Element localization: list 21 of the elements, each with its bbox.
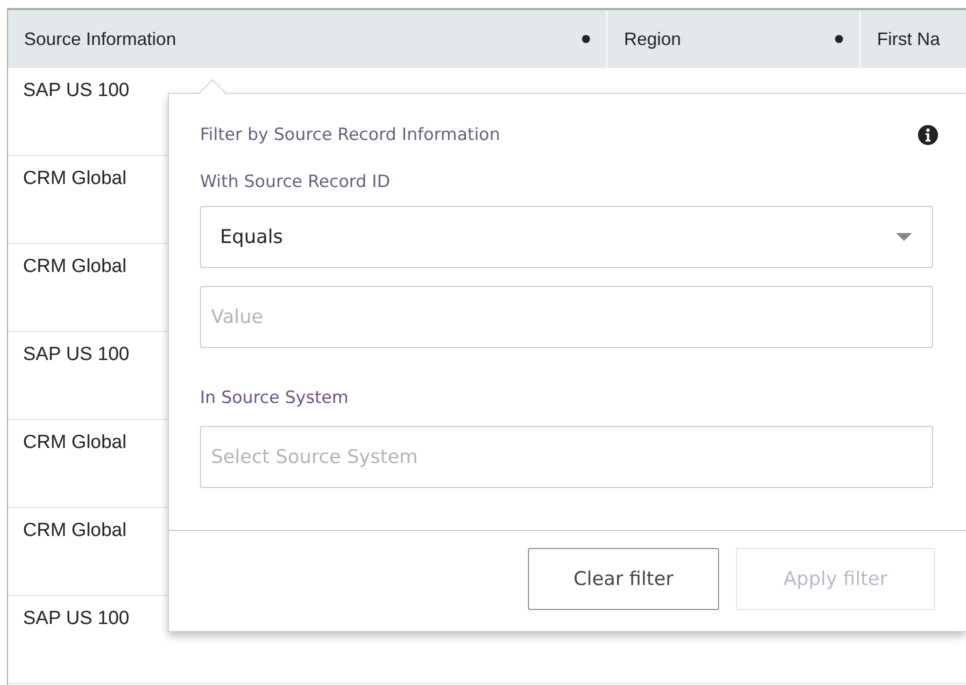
table-cell: SAP US 100 <box>23 80 130 101</box>
column-header[interactable]: First Na <box>861 10 966 68</box>
column-menu-icon[interactable] <box>582 35 590 43</box>
table-cell: CRM Global <box>23 168 126 189</box>
input-field[interactable]: Value <box>200 286 933 348</box>
column-menu-icon[interactable] <box>835 35 843 43</box>
source-system-field[interactable]: Select Source System <box>200 426 933 488</box>
table-cell: CRM Global <box>23 520 126 541</box>
caret-icon <box>896 233 912 241</box>
table-cell: CRM Global <box>23 256 126 277</box>
table-cell: SAP US 100 <box>23 344 130 365</box>
operator-dropdown[interactable]: Equals <box>200 206 933 268</box>
table-cell: CRM Global <box>23 432 126 453</box>
info-icon[interactable] <box>918 125 938 145</box>
field-label: In Source System <box>200 388 350 408</box>
popup-title: Filter by Source Record Information <box>200 125 500 145</box>
field-label: With Source Record ID <box>200 172 392 192</box>
column-header[interactable]: Source Information <box>24 28 176 50</box>
clear-filter-button[interactable]: Clear filter <box>528 548 719 610</box>
column-header[interactable]: Region <box>624 28 682 50</box>
table-cell: SAP US 100 <box>23 608 130 629</box>
